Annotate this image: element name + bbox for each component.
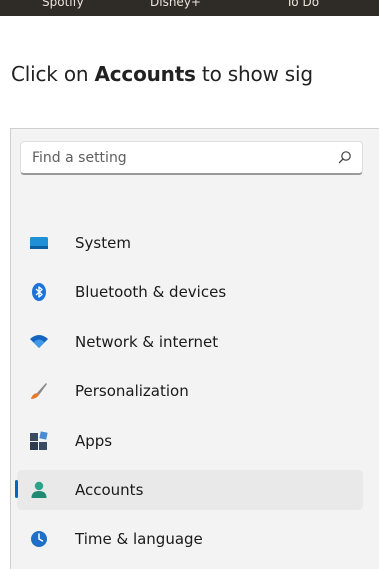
nav-label: Network & internet [75,333,219,351]
bluetooth-icon [32,283,46,301]
instruction-text: Click on Accounts to show sig [11,62,313,86]
taskbar-item-to-do[interactable]: To Do [286,0,319,9]
clock-globe-icon [31,531,47,547]
taskbar: Spotify Disney+ To Do [0,0,379,16]
instruction-highlight: Accounts [94,62,196,86]
system-icon [30,237,48,249]
nav-label: Bluetooth & devices [75,283,227,301]
search-placeholder: Find a setting [32,150,127,166]
person-icon [31,481,47,498]
brush-icon [31,383,47,399]
nav-label: Apps [75,432,113,450]
taskbar-item-disney-plus[interactable]: Disney+ [150,0,201,9]
taskbar-item-spotify[interactable]: Spotify [42,0,84,9]
nav-label: Time & language [75,530,203,548]
wifi-icon [30,335,48,348]
nav-item-bluetooth-devices[interactable]: Bluetooth & devices [17,272,363,312]
instruction-suffix: to show sig [195,62,313,86]
nav-item-personalization[interactable]: Personalization [17,371,363,411]
nav-item-apps[interactable]: Apps [17,421,363,461]
nav-item-time-language[interactable]: Time & language [17,519,363,559]
nav-item-system[interactable]: System [17,223,363,263]
instruction-prefix: Click on [11,62,95,86]
apps-icon [30,431,48,450]
search-input[interactable]: Find a setting [20,141,363,175]
settings-panel: Find a setting System Bluetooth & device… [10,128,379,569]
nav-label: System [75,234,131,252]
selection-indicator [15,480,18,498]
nav-label: Accounts [75,481,144,499]
nav-label: Personalization [75,382,189,400]
nav-item-accounts[interactable]: Accounts [15,470,363,510]
search-icon[interactable] [338,150,352,164]
nav-item-network-internet[interactable]: Network & internet [17,322,363,362]
